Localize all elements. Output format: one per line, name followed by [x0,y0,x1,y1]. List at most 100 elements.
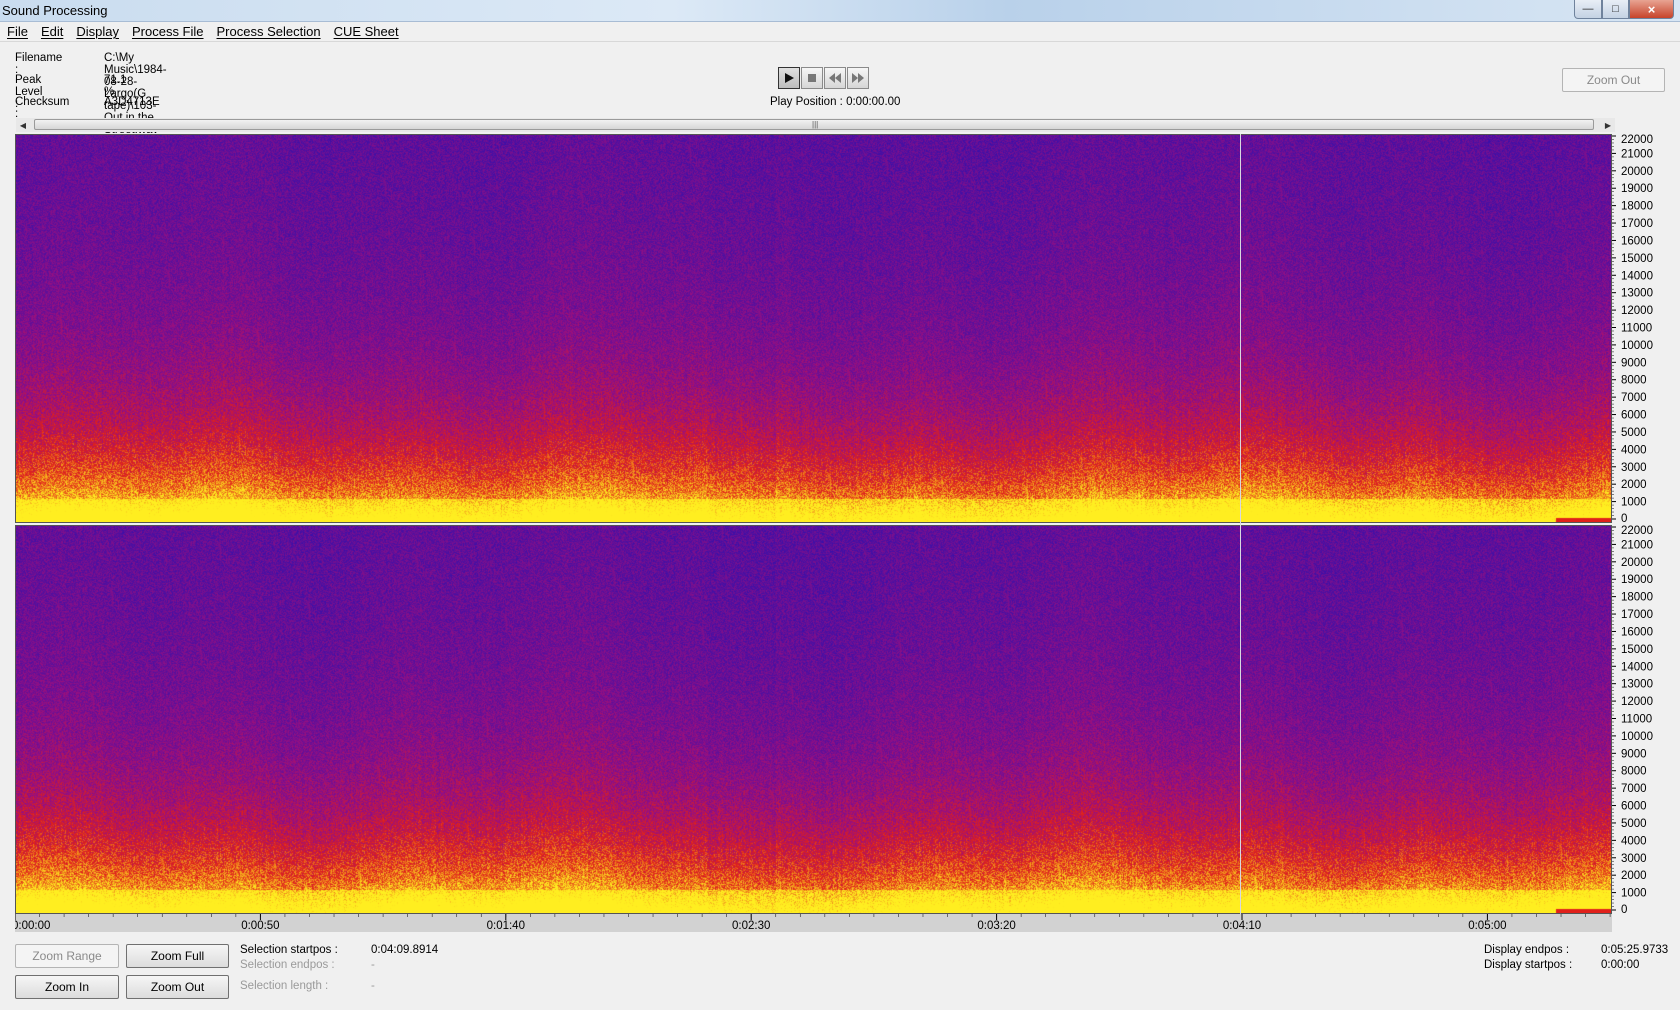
playback-cursor[interactable] [1240,134,1241,914]
checksum-value: A3D4713E [104,96,160,108]
spectrogram-channel-1[interactable] [15,134,1612,523]
freq-tick-label: 2000 [1621,870,1647,882]
minimize-icon[interactable]: — [1574,0,1602,19]
zoom-in-button[interactable]: Zoom In [15,975,119,999]
close-icon[interactable]: × [1629,0,1674,19]
freq-tick-label: 3000 [1621,853,1647,865]
zoom-out-button[interactable]: Zoom Out [126,975,229,999]
maximize-icon[interactable]: □ [1602,0,1629,19]
menu-process-file[interactable]: Process File [132,22,204,41]
display-endpos-value: 0:05:25.9733 [1601,944,1669,956]
selection-startpos-value: 0:04:09.8914 [371,944,439,956]
freq-tick-label: 10000 [1621,731,1653,743]
freq-tick-label: 8000 [1621,375,1647,387]
freq-tick-label: 7000 [1621,392,1647,404]
time-tick-label: 0:05:00 [1468,920,1506,932]
peak-level-value: 71.1 % [104,74,127,98]
freq-tick-label: 13000 [1621,288,1653,300]
menu-cue-sheet[interactable]: CUE Sheet [334,22,399,41]
menu-edit[interactable]: Edit [41,22,63,41]
scroll-thumb[interactable]: ||| [34,119,1594,130]
spectrogram-canvas-1 [16,135,1611,522]
freq-tick-label: 18000 [1621,592,1653,604]
checksum-label: Checksum : [15,96,70,120]
zoom-range-button[interactable]: Zoom Range [15,944,119,968]
top-zoom-out-button[interactable]: Zoom Out [1562,68,1665,92]
freq-tick-label: 19000 [1621,574,1653,586]
time-tick-label: 0:04:10 [1223,920,1261,932]
selection-startpos-label: Selection startpos : [240,944,338,956]
display-startpos-label: Display startpos : [1484,959,1573,971]
freq-tick-label: 7000 [1621,783,1647,795]
play-position-label: Play Position : [770,96,843,108]
selection-endpos-label: Selection endpos : [240,959,335,971]
fast-forward-icon[interactable] [847,67,869,89]
freq-tick-label: 5000 [1621,818,1647,830]
menu-file[interactable]: File [7,22,28,41]
time-tick-label: 0:00:00 [15,920,50,932]
scroll-left-icon[interactable]: ◀ [16,118,30,132]
menu-display[interactable]: Display [76,22,119,41]
freq-tick-label: 13000 [1621,679,1653,691]
title-bar: Sound Processing — □ × [0,0,1680,22]
freq-tick-label: 11000 [1621,323,1652,335]
freq-tick-label: 14000 [1621,661,1653,673]
freq-tick-label: 11000 [1621,714,1652,726]
scroll-right-icon[interactable]: ▶ [1601,118,1615,132]
freq-tick-label: 8000 [1621,766,1647,778]
selection-endpos-value: - [371,959,375,971]
frequency-axis-1: 22000 21000 20000 19000 18000 17000 16000 15000… [1612,134,1680,525]
play-position-value: 0:00:00.00 [846,96,901,108]
horizontal-scrollbar[interactable]: ◀ ||| ▶ [16,118,1615,132]
freq-tick-label: 20000 [1621,557,1653,569]
freq-tick-label: 2000 [1621,479,1647,491]
time-tick-label: 0:01:40 [487,920,525,932]
freq-tick-label: 0 [1621,904,1627,914]
freq-tick-label: 10000 [1621,340,1653,352]
selection-length-value: - [371,980,375,992]
stop-icon[interactable] [801,67,823,89]
spectrogram-canvas-2 [16,526,1611,913]
freq-tick-label: 1000 [1621,497,1647,509]
freq-tick-label: 21000 [1621,148,1653,160]
time-tick-label: 0:02:30 [732,920,770,932]
freq-tick-label: 22000 [1621,134,1653,146]
rewind-icon[interactable] [824,67,846,89]
time-tick-label: 0:00:50 [241,920,279,932]
freq-tick-label: 9000 [1621,357,1647,369]
menu-bar: File Edit Display Process File Process S… [0,22,1680,42]
freq-tick-label: 12000 [1621,305,1653,317]
freq-tick-label: 18000 [1621,201,1653,213]
freq-tick-label: 5000 [1621,427,1647,439]
freq-tick-label: 15000 [1621,644,1653,656]
freq-tick-label: 6000 [1621,801,1647,813]
display-startpos-value: 0:00:00 [1601,959,1640,971]
freq-tick-label: 19000 [1621,183,1653,195]
freq-tick-label: 20000 [1621,166,1653,178]
freq-tick-label: 21000 [1621,539,1653,551]
play-icon[interactable] [778,67,800,89]
freq-tick-label: 17000 [1621,609,1653,621]
spectrogram-channel-2[interactable] [15,525,1612,914]
menu-process-selection[interactable]: Process Selection [217,22,321,41]
freq-tick-label: 22000 [1621,525,1653,537]
freq-tick-label: 4000 [1621,835,1647,847]
window-title: Sound Processing [2,3,108,18]
window-controls: — □ × [1574,0,1674,19]
frequency-axis-svg-1: 2200021000200001900018000170001600015000… [1612,134,1653,525]
freq-tick-label: 0 [1621,513,1627,523]
transport-controls [778,67,869,89]
freq-tick-label: 15000 [1621,253,1653,265]
selection-length-label: Selection length : [240,980,329,992]
time-axis: 0:00:00 0:00:50 0:01:40 0:02:30 0:03:20 0:04:… [12,914,1612,932]
freq-tick-label: 12000 [1621,696,1653,708]
frequency-axis-svg-2: 2200021000200001900018000170001600015000… [1612,525,1653,916]
freq-tick-label: 9000 [1621,748,1647,760]
time-axis-svg: 0:00:00 0:00:50 0:01:40 0:02:30 0:03:20 0:04:… [12,914,1611,932]
freq-tick-label: 1000 [1621,888,1647,900]
frequency-axis-2: 22000 21000 20000 19000 18000 17000 16000 15000… [1612,525,1680,916]
time-tick-label: 0:03:20 [977,920,1015,932]
zoom-full-button[interactable]: Zoom Full [126,944,229,968]
freq-tick-label: 17000 [1621,218,1653,230]
filename-label: Filename : [15,52,63,76]
